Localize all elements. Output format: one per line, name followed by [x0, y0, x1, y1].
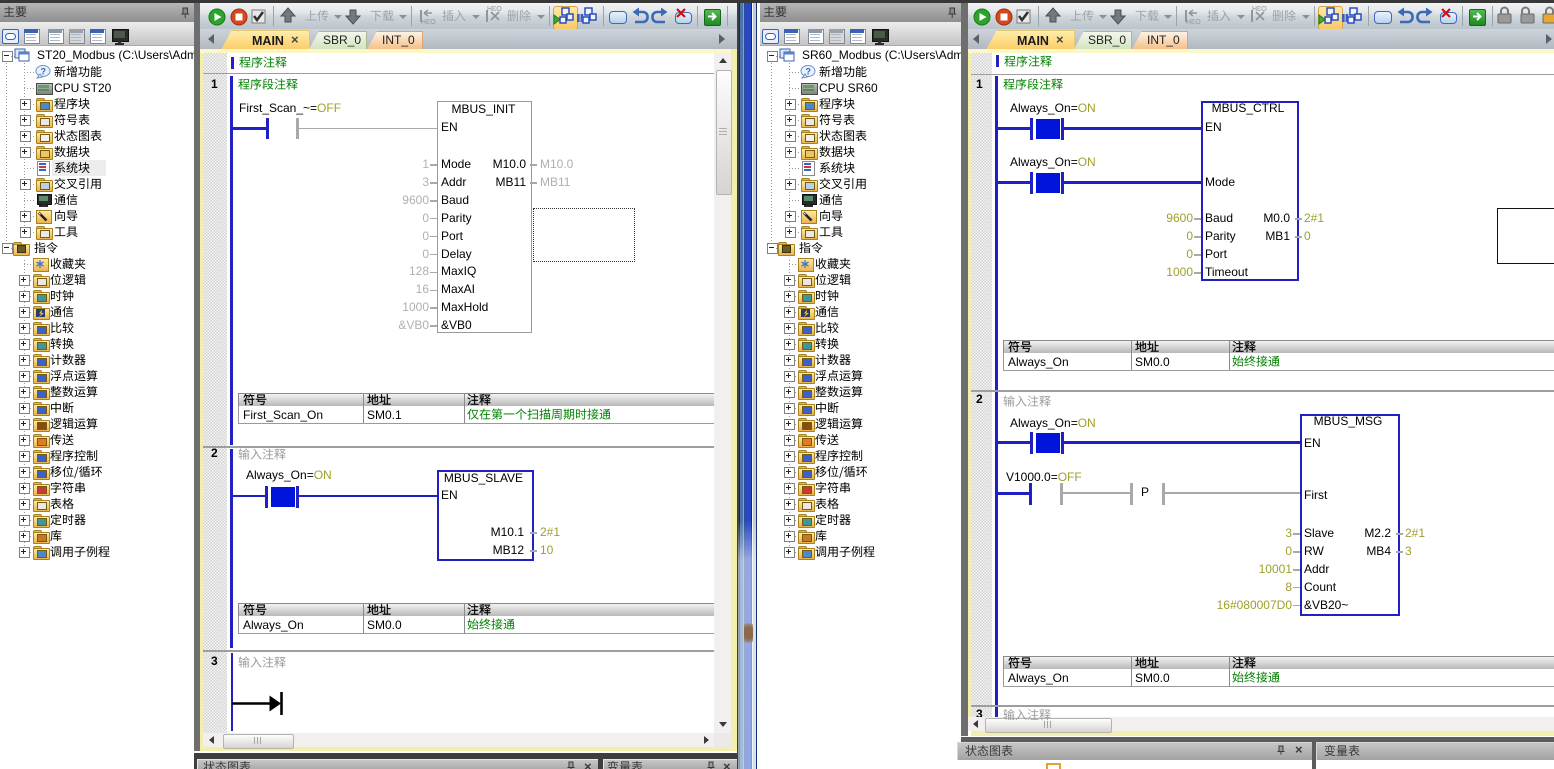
svg-text:HƐO: HƐO	[1186, 19, 1201, 26]
svg-text:?: ?	[806, 67, 812, 77]
svg-text:HƐO: HƐO	[421, 19, 436, 26]
svg-text:HƐO: HƐO	[1252, 6, 1267, 13]
svg-text:?: ?	[41, 67, 47, 77]
svg-text:HƐO: HƐO	[487, 6, 502, 13]
